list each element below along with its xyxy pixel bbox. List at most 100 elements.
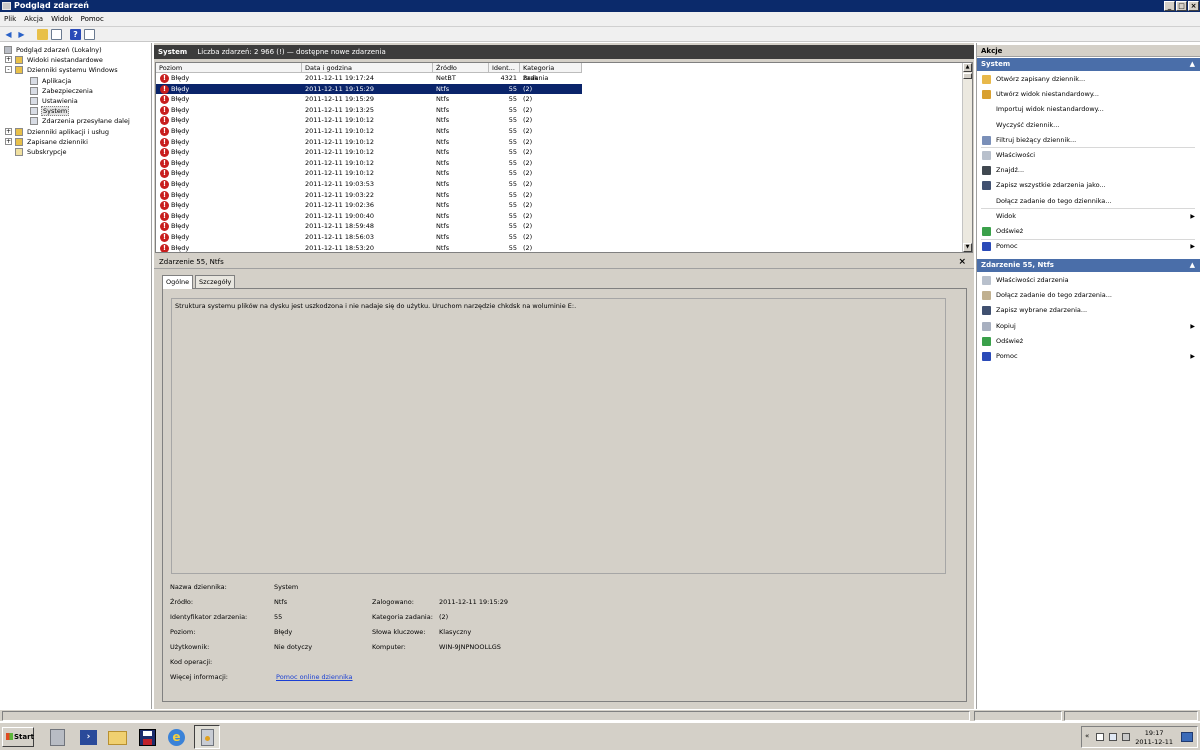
action-item[interactable]: Otwórz zapisany dziennik... — [977, 72, 1200, 87]
action-center-flag-icon[interactable] — [1096, 733, 1104, 741]
tree-item[interactable]: Subskrypcje — [0, 147, 150, 157]
server-manager-button[interactable] — [44, 725, 70, 749]
table-row[interactable]: ! Błędy 2011-12-11 19:10:12 Ntfs 55 (2) — [156, 158, 582, 169]
action-item[interactable]: Widok ▶ — [977, 209, 1200, 224]
table-row[interactable]: ! Błędy 2011-12-11 19:10:12 Ntfs 55 (2) — [156, 115, 582, 126]
action-item[interactable]: Filtruj bieżący dziennik... — [977, 133, 1200, 148]
event-actions-section[interactable]: Zdarzenie 55, Ntfs ▲ — [977, 259, 1200, 272]
menu-widok[interactable]: Widok — [47, 12, 77, 27]
tree-item[interactable]: + Zapisane dzienniki — [0, 137, 150, 147]
forward-arrow-icon[interactable]: ▶ — [16, 29, 27, 40]
show-hide-tree-icon[interactable] — [51, 29, 62, 40]
tab-general[interactable]: Ogólne — [162, 275, 194, 289]
table-row[interactable]: ! Błędy 2011-12-11 19:00:40 Ntfs 55 (2) — [156, 211, 582, 222]
table-row[interactable]: ! Błędy 2011-12-11 18:56:03 Ntfs 55 (2) — [156, 232, 582, 243]
action-item[interactable]: Utwórz widok niestandardowy... — [977, 87, 1200, 102]
scroll-up-arrow-icon[interactable]: ▲ — [963, 63, 972, 72]
system-actions-section[interactable]: System ▲ — [977, 58, 1200, 71]
show-desktop-icon[interactable] — [1181, 732, 1193, 742]
action-item[interactable]: Odśwież — [977, 224, 1200, 239]
tree-item[interactable]: Podgląd zdarzeń (Lokalny) — [0, 45, 150, 55]
show-hide-action-pane-icon[interactable] — [84, 29, 95, 40]
close-detail-icon[interactable]: × — [958, 256, 966, 269]
network-icon[interactable] — [1109, 733, 1117, 741]
tree-item[interactable]: Ustawienia — [0, 96, 150, 106]
expand-icon[interactable]: + — [5, 127, 12, 135]
table-row[interactable]: ! Błędy 2011-12-11 19:15:29 Ntfs 55 (2) — [156, 94, 582, 105]
minimize-button[interactable]: _ — [1164, 1, 1175, 11]
internet-explorer-button[interactable]: e — [163, 725, 189, 749]
back-arrow-icon[interactable]: ◀ — [3, 29, 14, 40]
tree-item[interactable]: + Widoki niestandardowe — [0, 55, 150, 65]
tray-expand-icon[interactable]: « — [1085, 732, 1089, 740]
table-row[interactable]: ! Błędy 2011-12-11 19:10:12 Ntfs 55 (2) — [156, 168, 582, 179]
action-item[interactable]: Pomoc ▶ — [977, 239, 1200, 254]
action-item[interactable]: Odśwież — [977, 334, 1200, 349]
up-folder-icon[interactable] — [37, 29, 48, 40]
column-header-task-category[interactable]: Kategoria zadania — [520, 63, 582, 82]
tree-item[interactable]: Zdarzenia przesyłane dalej — [0, 116, 150, 126]
cell-id: 55 — [508, 169, 517, 178]
column-header-datetime[interactable]: Data i godzina — [302, 63, 433, 73]
table-row[interactable]: ! Błędy 2011-12-11 18:59:48 Ntfs 55 (2) — [156, 221, 582, 232]
floppy-app-button[interactable] — [134, 725, 160, 749]
log-icon — [30, 117, 38, 126]
tree-item[interactable]: Aplikacja — [0, 76, 150, 86]
action-item[interactable]: Dołącz zadanie do tego dziennika... — [977, 194, 1200, 209]
explorer-button[interactable] — [104, 725, 130, 749]
scroll-thumb[interactable] — [963, 73, 972, 79]
event-description[interactable]: Struktura systemu plików na dysku jest u… — [171, 298, 946, 574]
tree-item[interactable]: Zabezpieczenia — [0, 86, 150, 96]
help-icon[interactable]: ? — [70, 29, 81, 40]
collapse-icon[interactable]: - — [5, 66, 12, 74]
collapse-caret-icon[interactable]: ▲ — [1190, 58, 1195, 71]
powershell-button[interactable]: › — [75, 725, 101, 749]
table-row[interactable]: ! Błędy 2011-12-11 19:17:24 NetBT 4321 Brak — [156, 73, 582, 84]
table-row[interactable]: ! Błędy 2011-12-11 19:02:36 Ntfs 55 (2) — [156, 200, 582, 211]
properties-icon — [982, 276, 991, 285]
table-row[interactable]: ! Błędy 2011-12-11 19:03:22 Ntfs 55 (2) — [156, 190, 582, 201]
event-viewer-taskbar-button[interactable] — [194, 725, 220, 749]
online-help-link[interactable]: Pomoc online dziennika — [276, 673, 353, 682]
action-item[interactable]: Właściwości zdarzenia — [977, 273, 1200, 288]
table-row[interactable]: ! Błędy 2011-12-11 19:13:25 Ntfs 55 (2) — [156, 105, 582, 116]
column-header-id[interactable]: Ident... — [489, 63, 520, 73]
column-header-source[interactable]: Źródło — [433, 63, 489, 73]
menu-pomoc[interactable]: Pomoc — [77, 12, 108, 27]
action-item[interactable]: Pomoc ▶ — [977, 349, 1200, 364]
tree-item[interactable]: + Dzienniki aplikacji i usług — [0, 127, 150, 137]
action-item[interactable]: Zapisz wybrane zdarzenia... — [977, 303, 1200, 318]
expand-icon[interactable]: + — [5, 137, 12, 145]
volume-icon[interactable] — [1122, 733, 1130, 741]
action-item[interactable]: Znajdź... — [977, 163, 1200, 178]
log-name: System — [158, 48, 188, 56]
table-row[interactable]: ! Błędy 2011-12-11 19:10:12 Ntfs 55 (2) — [156, 147, 582, 158]
tree-item[interactable]: System — [0, 106, 150, 117]
maximize-button[interactable]: □ — [1176, 1, 1187, 11]
table-row[interactable]: ! Błędy 2011-12-11 18:53:20 Ntfs 55 (2) — [156, 243, 582, 252]
table-row[interactable]: ! Błędy 2011-12-11 19:03:53 Ntfs 55 (2) — [156, 179, 582, 190]
cell-category: (2) — [523, 243, 533, 252]
menu-akcja[interactable]: Akcja — [20, 12, 47, 27]
collapse-caret-icon[interactable]: ▲ — [1190, 259, 1195, 272]
action-item[interactable]: Importuj widok niestandardowy... — [977, 102, 1200, 117]
table-row[interactable]: ! Błędy 2011-12-11 19:10:12 Ntfs 55 (2) — [156, 137, 582, 148]
tree-item[interactable]: - Dzienniki systemu Windows — [0, 65, 150, 75]
log-header: System Liczba zdarzeń: 2 966 (!) — dostę… — [154, 45, 974, 59]
column-header-level[interactable]: Poziom — [156, 63, 302, 73]
action-item[interactable]: Zapisz wszystkie zdarzenia jako... — [977, 178, 1200, 193]
table-row[interactable]: ! Błędy 2011-12-11 19:15:29 Ntfs 55 (2) — [156, 83, 582, 95]
event-list-scrollbar[interactable]: ▲ ▼ — [962, 63, 972, 252]
action-item[interactable]: Właściwości — [977, 148, 1200, 163]
menu-plik[interactable]: Plik — [0, 12, 20, 27]
clock[interactable]: 19:17 2011-12-11 — [1135, 729, 1173, 747]
tab-details[interactable]: Szczegóły — [195, 275, 236, 288]
start-button[interactable]: Start — [2, 727, 34, 747]
action-item[interactable]: Wyczyść dziennik... — [977, 118, 1200, 133]
close-window-button[interactable]: × — [1188, 1, 1199, 11]
table-row[interactable]: ! Błędy 2011-12-11 19:10:12 Ntfs 55 (2) — [156, 126, 582, 137]
action-item[interactable]: Kopiuj ▶ — [977, 319, 1200, 334]
scroll-down-arrow-icon[interactable]: ▼ — [963, 243, 972, 252]
action-item[interactable]: Dołącz zadanie do tego zdarzenia... — [977, 288, 1200, 303]
expand-icon[interactable]: + — [5, 56, 12, 64]
